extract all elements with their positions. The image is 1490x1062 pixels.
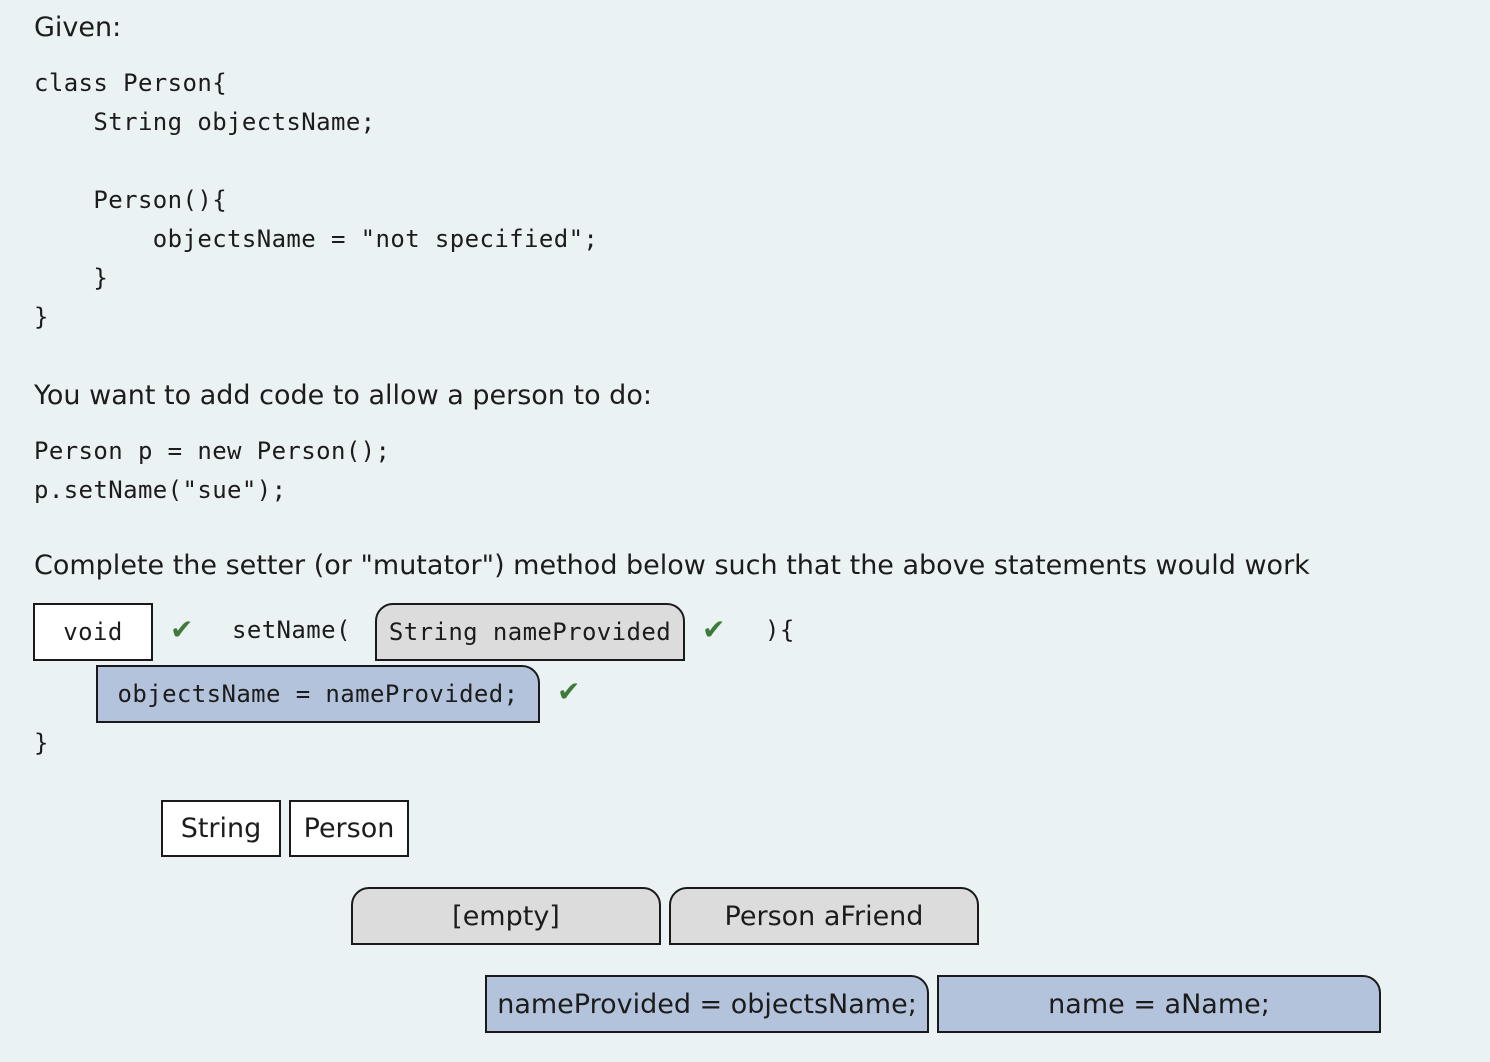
body-statement-check-icon: ✔ — [557, 675, 581, 708]
given-label: Given: — [34, 12, 122, 43]
instruction-text: Complete the setter (or "mutator") metho… — [34, 550, 1310, 581]
return-type-check-icon: ✔ — [170, 613, 194, 646]
return-type-slot[interactable]: void — [33, 603, 153, 661]
want-label: You want to add code to allow a person t… — [34, 380, 652, 411]
method-closing-brace: } — [34, 729, 49, 757]
choice-tile-statement-nameprovided[interactable]: nameProvided = objectsName; — [485, 975, 929, 1033]
choice-tile-type-person[interactable]: Person — [289, 800, 409, 857]
method-name-text: setName( — [232, 616, 351, 644]
class-code-block: class Person{ String objectsName; Person… — [34, 69, 599, 331]
choice-tile-type-string[interactable]: String — [161, 800, 281, 857]
choice-tile-param-empty[interactable]: [empty] — [351, 887, 661, 945]
parameter-check-icon: ✔ — [702, 613, 726, 646]
usage-code-block: Person p = new Person(); p.setName("sue"… — [34, 437, 391, 504]
return-type-slot-value: void — [63, 618, 123, 646]
parameter-slot-value: String nameProvided — [388, 618, 672, 646]
method-open-brace-text: ){ — [765, 616, 795, 644]
body-statement-slot-value: objectsName = nameProvided; — [117, 680, 519, 708]
body-statement-slot[interactable]: objectsName = nameProvided; — [96, 665, 540, 723]
choice-tile-statement-name[interactable]: name = aName; — [937, 975, 1381, 1033]
choice-tile-param-person-afriend[interactable]: Person aFriend — [669, 887, 979, 945]
parameter-slot[interactable]: String nameProvided — [375, 603, 685, 661]
